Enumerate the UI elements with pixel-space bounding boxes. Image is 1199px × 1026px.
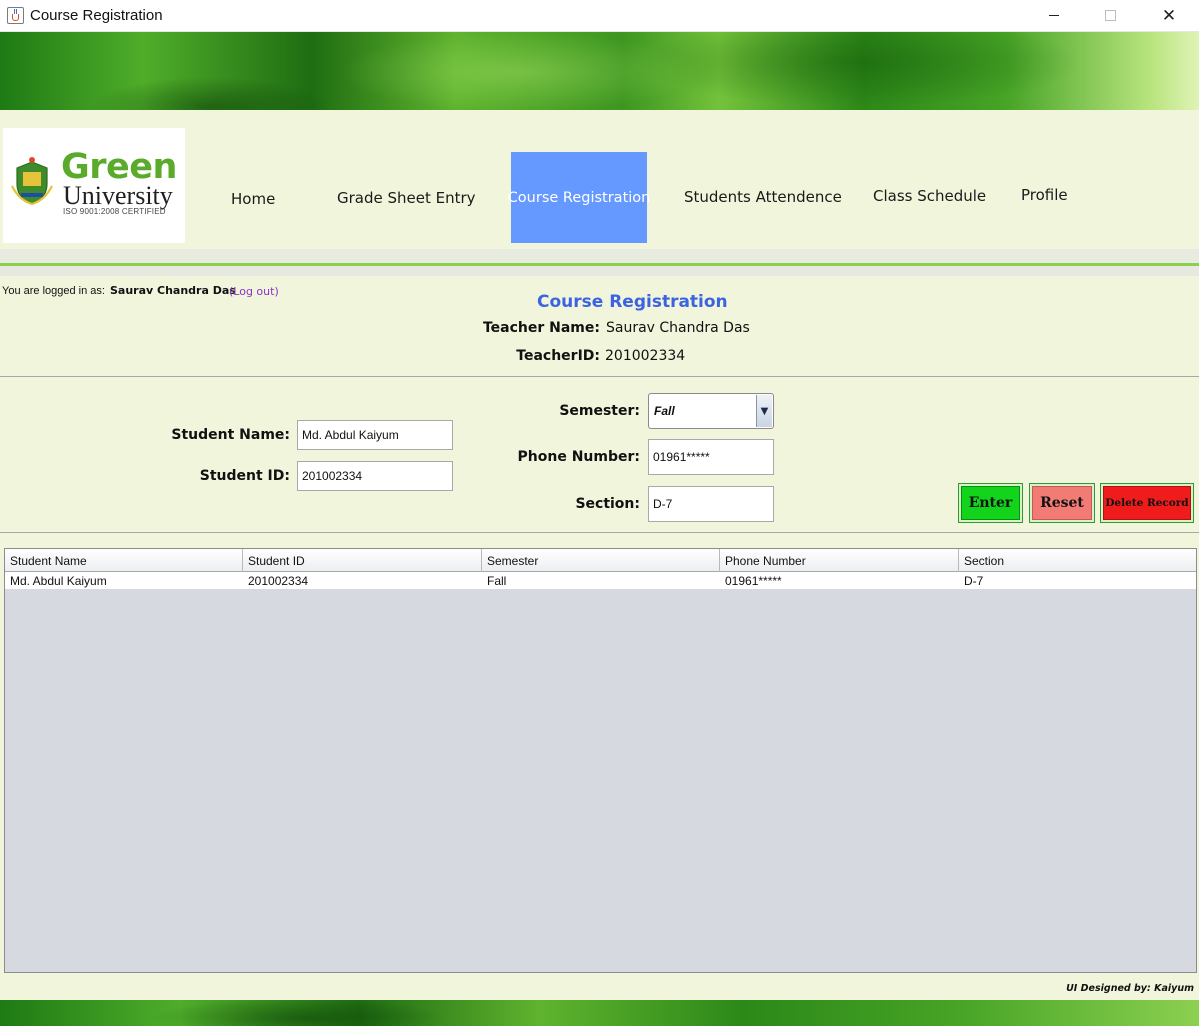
registration-table[interactable]: Student Name Student ID Semester Phone N…: [4, 548, 1197, 973]
student-id-field[interactable]: [297, 461, 453, 491]
enter-button[interactable]: Enter: [958, 483, 1023, 523]
semester-label: Semester:: [559, 403, 640, 419]
column-header-student-name[interactable]: Student Name: [5, 549, 243, 572]
teacher-id-label: TeacherID:: [516, 348, 600, 364]
student-name-label: Student Name:: [171, 427, 290, 443]
cell-semester: Fall: [487, 574, 507, 588]
phone-number-label: Phone Number:: [517, 449, 640, 465]
footer-banner-image: [0, 1000, 1199, 1026]
cell-student-name: Md. Abdul Kaiyum: [10, 574, 107, 588]
nav-class-schedule[interactable]: Class Schedule: [873, 187, 986, 205]
designer-credit: UI Designed by: Kaiyum: [1066, 983, 1194, 994]
university-logo: Green University ISO 9001:2008 CERTIFIED: [3, 128, 185, 243]
close-button[interactable]: ✕: [1146, 0, 1192, 31]
table-row[interactable]: Md. Abdul Kaiyum 201002334 Fall 01961***…: [5, 572, 1196, 589]
nav-profile[interactable]: Profile: [1021, 186, 1068, 204]
cell-section: D-7: [964, 574, 984, 588]
reset-button[interactable]: Reset: [1029, 483, 1095, 523]
delete-record-button-label: Delete Record: [1103, 486, 1191, 520]
divider: [0, 532, 1199, 533]
page-title: Course Registration: [537, 292, 728, 312]
delete-record-button[interactable]: Delete Record: [1100, 483, 1194, 523]
header-separator-lower: [0, 266, 1199, 276]
teacher-name-label: Teacher Name:: [482, 320, 600, 336]
section-field[interactable]: [648, 486, 774, 522]
maximize-button[interactable]: [1087, 0, 1133, 31]
nav-course-registration[interactable]: Course Registration: [508, 152, 650, 243]
logged-in-user: Saurav Chandra Das: [110, 284, 236, 297]
cell-phone-number: 01961*****: [725, 574, 782, 588]
logo-certification: ISO 9001:2008 CERTIFIED: [63, 207, 166, 216]
column-header-section[interactable]: Section: [959, 549, 1196, 572]
teacher-id-value: 201002334: [605, 348, 686, 364]
table-header: Student Name Student ID Semester Phone N…: [5, 549, 1196, 572]
cell-student-id: 201002334: [248, 574, 309, 588]
semester-selected-value: Fall: [654, 404, 675, 418]
reset-button-label: Reset: [1032, 486, 1092, 520]
logo-wordmark-university: University: [63, 181, 173, 210]
window-title: Course Registration: [30, 7, 163, 24]
column-header-semester[interactable]: Semester: [482, 549, 720, 572]
header-banner-image: [0, 32, 1199, 110]
minimize-button[interactable]: [1031, 0, 1077, 31]
column-header-phone-number[interactable]: Phone Number: [720, 549, 959, 572]
student-id-label: Student ID:: [199, 468, 290, 484]
logged-in-label: You are logged in as:: [2, 285, 105, 297]
enter-button-label: Enter: [961, 486, 1020, 520]
nav-students-attendance[interactable]: Students Attendence: [684, 188, 842, 206]
divider: [0, 376, 1199, 377]
header-separator: [0, 249, 1199, 263]
maximize-icon: [1104, 10, 1116, 21]
java-app-icon: [7, 7, 24, 24]
teacher-name-value: Saurav Chandra Das: [606, 320, 750, 336]
university-crest-icon: [11, 157, 53, 206]
logout-link[interactable]: (Log out): [229, 285, 279, 298]
nav-home[interactable]: Home: [231, 190, 275, 208]
column-header-student-id[interactable]: Student ID: [243, 549, 482, 572]
minimize-icon: [1049, 15, 1059, 16]
section-label: Section:: [575, 496, 640, 512]
student-name-field[interactable]: [297, 420, 453, 450]
nav-grade-sheet-entry[interactable]: Grade Sheet Entry: [337, 189, 476, 207]
semester-dropdown[interactable]: Fall ▼: [648, 393, 774, 429]
window-titlebar: Course Registration ✕: [0, 0, 1199, 32]
close-icon: ✕: [1161, 5, 1177, 26]
dropdown-arrow-icon[interactable]: ▼: [756, 395, 772, 427]
phone-number-field[interactable]: [648, 439, 774, 475]
